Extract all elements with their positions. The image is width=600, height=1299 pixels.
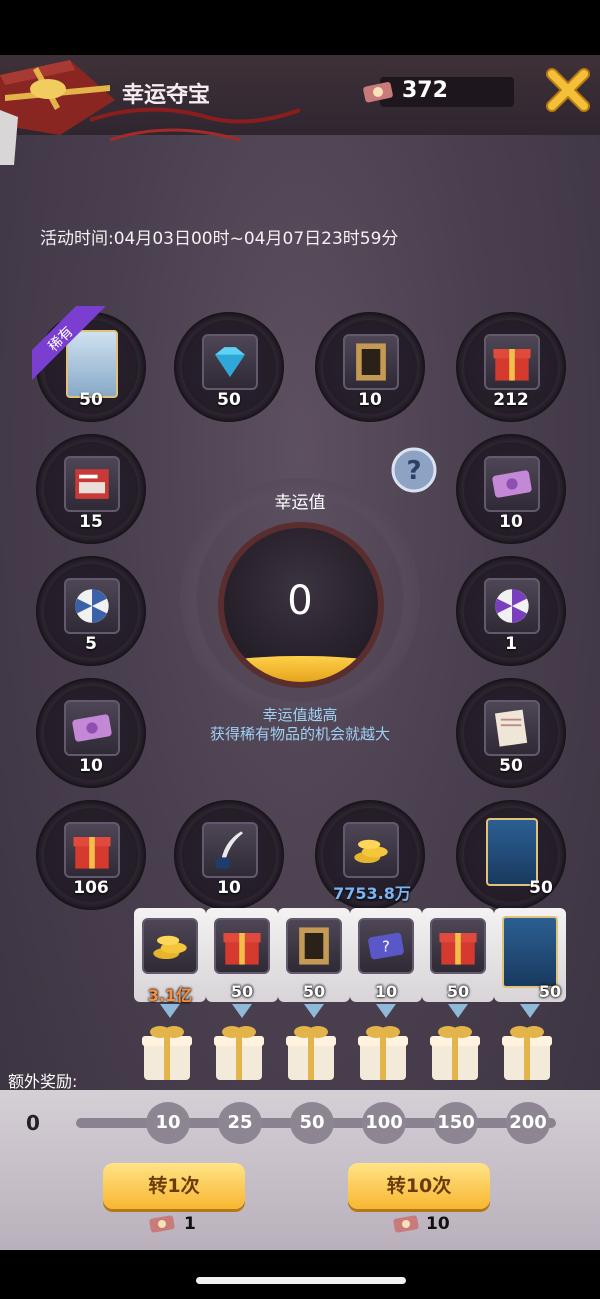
activity-time: 活动时间:04月03日00时~04月07日23时59分 xyxy=(40,229,399,249)
milestone-25: 25 xyxy=(218,1102,262,1144)
home-indicator[interactable] xyxy=(196,1277,406,1284)
prize-slot-agent-card: 50 xyxy=(456,800,566,910)
bonus-card-6: 50 xyxy=(494,908,566,1018)
bonus-card-1: 3.1亿 xyxy=(134,908,206,1018)
agent-card-icon xyxy=(502,916,558,988)
milestone-150: 150 xyxy=(434,1102,478,1144)
prize-slot-gift-box-silver: 212 xyxy=(456,312,566,422)
bonus-card-2: 50 xyxy=(206,908,278,1018)
bonus-card-4: ? 10 xyxy=(350,908,422,1018)
milestone-200: 200 xyxy=(506,1102,550,1144)
prize-slot-gift-box-blue: 106 xyxy=(36,800,146,910)
gold-coins-icon xyxy=(153,935,187,959)
milestone-50: 50 xyxy=(290,1102,334,1144)
status-bar xyxy=(0,0,600,55)
gift-box-icon xyxy=(223,933,261,965)
bottom-bar xyxy=(0,1250,600,1299)
bonus-gift-icon[interactable] xyxy=(210,1018,268,1082)
extra-reward-label: 额外奖励: xyxy=(8,1072,78,1091)
bonus-gift-icon[interactable] xyxy=(498,1018,556,1082)
luck-fill-level xyxy=(224,655,378,682)
spin-ten-button[interactable]: 转10次 xyxy=(348,1163,490,1209)
gift-box-icon xyxy=(439,933,477,965)
bonus-gift-icon[interactable] xyxy=(282,1018,340,1082)
progress-current: 0 xyxy=(26,1111,40,1135)
spin-ten-cost: 10 xyxy=(426,1214,450,1234)
ticket-icon xyxy=(149,1215,175,1233)
help-icon[interactable]: ? xyxy=(390,446,438,494)
milestone-100: 100 xyxy=(362,1102,406,1144)
quill-icon xyxy=(215,831,243,869)
ticket-icon xyxy=(393,1215,419,1233)
bonus-gift-icon[interactable] xyxy=(354,1018,412,1082)
milestone-10: 10 xyxy=(146,1102,190,1144)
ticket-icon xyxy=(363,82,393,103)
bonus-card-5: 50 xyxy=(422,908,494,1018)
gift-box-icon xyxy=(73,837,111,869)
gold-coins-icon xyxy=(354,839,388,863)
spin-once-cost: 1 xyxy=(184,1214,196,1234)
luck-hint-line2: 获得稀有物品的机会就越大 xyxy=(209,725,390,743)
bonus-card-3: 50 xyxy=(278,908,350,1018)
svg-text:?: ? xyxy=(382,938,390,956)
svg-text:?: ? xyxy=(406,456,421,486)
luck-hint-line1: 幸运值越高 xyxy=(262,706,338,724)
highlight-value: 7753.8万 xyxy=(333,884,411,903)
page-title: 幸运夺宝 xyxy=(122,83,211,108)
book-icon xyxy=(299,927,329,965)
ticket-count: 372 xyxy=(402,78,448,103)
book-icon xyxy=(356,343,386,381)
bonus-gift-icon[interactable] xyxy=(426,1018,484,1082)
spin-once-button[interactable]: 转1次 xyxy=(103,1163,245,1209)
mystery-card-icon: ? xyxy=(368,932,404,960)
bonus-gift-icon[interactable] xyxy=(138,1018,196,1082)
prize-slot-diamond: 50 xyxy=(174,312,284,422)
prize-slot-ink-quill: 10 xyxy=(174,800,284,910)
luck-title: 幸运值 xyxy=(274,493,326,513)
rare-ribbon-icon: 稀有 xyxy=(32,306,106,380)
gift-box-icon xyxy=(493,349,531,381)
luck-hint: 幸运值越高 获得稀有物品的机会就越大 xyxy=(0,706,600,744)
luck-value: 0 xyxy=(287,578,313,624)
prize-slot-book: 10 xyxy=(315,312,425,422)
agent-card-icon xyxy=(486,818,538,886)
diamond-icon xyxy=(215,347,245,377)
close-icon[interactable] xyxy=(544,66,592,114)
